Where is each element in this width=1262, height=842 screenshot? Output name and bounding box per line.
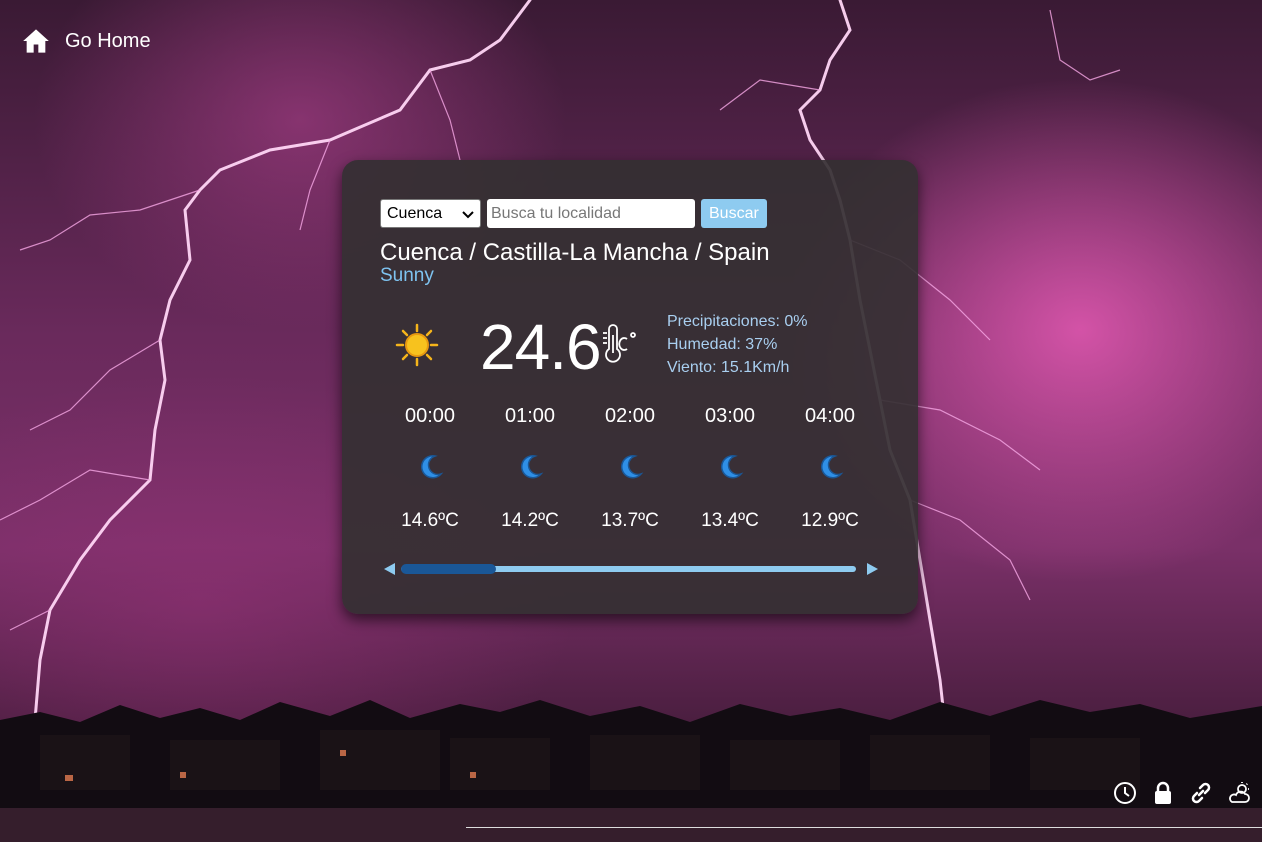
moon-icon xyxy=(520,455,544,479)
home-icon xyxy=(23,29,49,53)
weather-card: Cuenca Busca tu localidad Buscar Cuenca … xyxy=(342,160,918,614)
precipitation-text: Precipitaciones: 0% xyxy=(667,313,808,330)
lock-icon[interactable] xyxy=(1150,780,1176,806)
scrollbar-thumb[interactable] xyxy=(401,564,496,574)
hour-item: 04:00 12.9ºC xyxy=(780,405,880,532)
hour-item: 00:00 14.6ºC xyxy=(380,405,480,532)
hour-temp: 12.9ºC xyxy=(801,510,859,531)
search-input[interactable]: Busca tu localidad xyxy=(487,199,695,228)
scroll-left-arrow[interactable] xyxy=(384,563,395,575)
sun-icon xyxy=(395,323,439,367)
wind-text: Viento: 15.1Km/h xyxy=(667,359,790,376)
location-title: Cuenca / Castilla-La Mancha / Spain xyxy=(380,239,770,266)
condition-text: Sunny xyxy=(380,265,434,286)
current-temperature: 24.6 xyxy=(480,311,602,383)
hourly-scrollbar[interactable] xyxy=(384,562,878,576)
hour-item: 03:00 13.4ºC xyxy=(680,405,780,532)
hour-temp: 14.6ºC xyxy=(401,510,459,531)
bottom-divider xyxy=(466,827,1262,828)
moon-icon xyxy=(820,455,844,479)
go-home-label: Go Home xyxy=(65,29,151,52)
hour-temp: 14.2ºC xyxy=(501,510,559,531)
cloudy-sun-icon[interactable] xyxy=(1226,780,1252,806)
hour-item: 01:00 14.2ºC xyxy=(480,405,580,532)
hour-time: 03:00 xyxy=(704,405,756,427)
link-icon[interactable] xyxy=(1188,780,1214,806)
hour-item: 02:00 13.7ºC xyxy=(580,405,680,532)
hour-temp: 13.4ºC xyxy=(701,510,759,531)
humidity-text: Humedad: 37% xyxy=(667,336,778,353)
hour-time: 00:00 xyxy=(404,405,456,427)
weather-details: Precipitaciones: 0% Humedad: 37% Viento:… xyxy=(667,310,808,379)
chevron-down-icon xyxy=(462,210,474,218)
thermometer-celsius-icon xyxy=(603,324,636,363)
search-row: Cuenca Busca tu localidad Buscar xyxy=(380,199,767,228)
hour-temp: 13.7ºC xyxy=(601,510,659,531)
search-placeholder: Busca tu localidad xyxy=(491,204,621,222)
clock-icon[interactable] xyxy=(1112,780,1138,806)
search-button[interactable]: Buscar xyxy=(701,199,767,228)
moon-icon xyxy=(620,455,644,479)
go-home-link[interactable]: Go Home xyxy=(22,27,151,55)
hourly-forecast: 00:00 14.6ºC 01:00 14.2ºC 02:00 13.7ºC 0… xyxy=(380,405,880,532)
footer-icons xyxy=(1100,780,1252,806)
hour-time: 02:00 xyxy=(604,405,656,427)
scroll-right-arrow[interactable] xyxy=(867,563,878,575)
location-select[interactable]: Cuenca xyxy=(380,199,481,228)
hour-time: 01:00 xyxy=(504,405,556,427)
location-select-value: Cuenca xyxy=(387,204,443,222)
moon-icon xyxy=(420,455,444,479)
hour-time: 04:00 xyxy=(804,405,856,427)
moon-icon xyxy=(720,455,744,479)
